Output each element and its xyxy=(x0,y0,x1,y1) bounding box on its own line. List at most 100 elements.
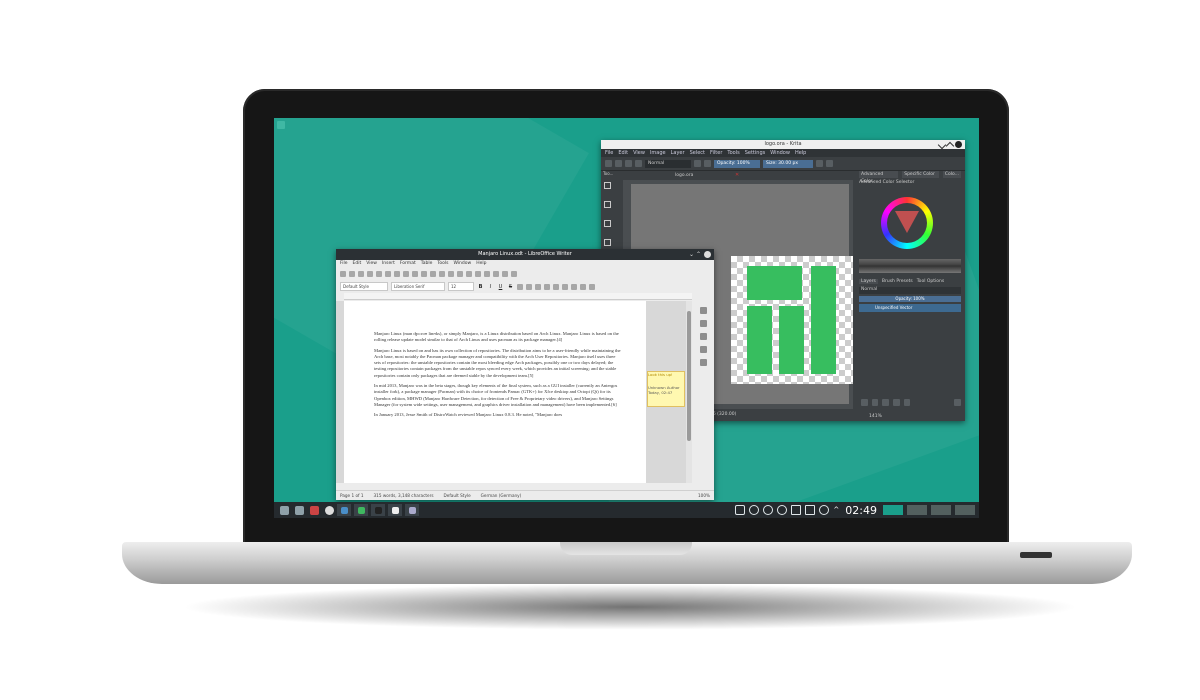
gradient-icon[interactable] xyxy=(625,160,632,167)
menu-image[interactable]: Image xyxy=(650,149,666,157)
desktop-pager-4[interactable] xyxy=(955,505,975,515)
status-zoom[interactable]: 100% xyxy=(698,491,710,500)
gallery-icon[interactable] xyxy=(700,333,707,340)
desktop-folder-icon[interactable] xyxy=(277,121,285,129)
styles-icon[interactable] xyxy=(700,320,707,327)
menu-select[interactable]: Select xyxy=(690,149,705,157)
strikethrough-icon[interactable]: S xyxy=(507,284,514,290)
document-text[interactable]: Manjaro Linux (man ʤɑːroʊ linʊks), or si… xyxy=(374,331,622,423)
tab-color[interactable]: Colo... xyxy=(942,171,961,178)
menu-filter[interactable]: Filter xyxy=(710,149,722,157)
move-up-icon[interactable] xyxy=(893,399,900,406)
blend-mode-select[interactable]: Normal xyxy=(645,159,691,168)
color-selector[interactable] xyxy=(859,187,961,257)
tab-layers[interactable]: Layers xyxy=(859,279,878,284)
textbox-icon[interactable] xyxy=(484,271,490,277)
underline-icon[interactable]: U xyxy=(497,284,504,290)
menu-format[interactable]: Format xyxy=(400,260,416,268)
bold-icon[interactable]: B xyxy=(477,284,484,290)
task-calc[interactable] xyxy=(354,504,368,516)
document-tab[interactable]: logo.ora ✕ xyxy=(623,171,853,180)
properties-icon[interactable] xyxy=(700,307,707,314)
mirror-icon[interactable] xyxy=(816,160,823,167)
desktop-pager-1[interactable] xyxy=(883,505,903,515)
task-writer[interactable] xyxy=(388,504,402,516)
status-page[interactable]: Page 1 of 1 xyxy=(340,491,364,500)
print-icon[interactable] xyxy=(376,271,382,277)
color-sliders[interactable] xyxy=(859,259,961,273)
manage-changes-icon[interactable] xyxy=(700,359,707,366)
image-icon[interactable] xyxy=(466,271,472,277)
font-size-select[interactable]: 12 xyxy=(448,282,474,291)
comment-icon[interactable] xyxy=(511,271,517,277)
menu-table[interactable]: Table xyxy=(421,260,433,268)
settings-icon[interactable] xyxy=(325,505,334,515)
menu-window[interactable]: Window xyxy=(453,260,471,268)
menu-file[interactable]: File xyxy=(605,149,613,157)
font-name-select[interactable]: Liberation Serif xyxy=(391,282,445,291)
vertical-scrollbar[interactable] xyxy=(686,301,692,483)
undo-icon[interactable] xyxy=(412,271,418,277)
numbering-icon[interactable] xyxy=(562,283,568,290)
krita-titlebar[interactable]: logo.ora - Krita xyxy=(601,140,965,151)
pattern-icon[interactable] xyxy=(615,160,622,167)
menu-view[interactable]: View xyxy=(633,149,645,157)
color-swap-icon[interactable] xyxy=(635,160,642,167)
italic-icon[interactable]: I xyxy=(487,284,494,290)
writer-titlebar[interactable]: Manjaro Linux.odt - LibreOffice Writer ⌄… xyxy=(336,249,714,260)
clock[interactable]: 02:49 xyxy=(845,504,877,517)
pilcrow-icon[interactable] xyxy=(448,271,454,277)
select-tool-icon[interactable] xyxy=(604,182,611,189)
desktop-pager-2[interactable] xyxy=(907,505,927,515)
tab-tool-options[interactable]: Tool Options xyxy=(917,279,945,284)
network-icon[interactable] xyxy=(805,505,816,515)
color-wheel[interactable] xyxy=(881,197,933,249)
reload-icon[interactable] xyxy=(704,160,711,167)
desktop-pager-3[interactable] xyxy=(931,505,951,515)
find-icon[interactable] xyxy=(430,271,436,277)
status-words[interactable]: 315 words, 3,148 characters xyxy=(374,491,434,500)
add-layer-icon[interactable] xyxy=(861,399,868,406)
paragraph-style-select[interactable]: Default Style xyxy=(340,282,388,291)
file-manager-icon[interactable] xyxy=(295,505,304,515)
task-terminal[interactable] xyxy=(371,504,385,516)
wrap-icon[interactable] xyxy=(826,160,833,167)
delete-layer-icon[interactable] xyxy=(954,399,962,406)
page[interactable]: Manjaro Linux (man ʤɑːroʊ linʊks), or si… xyxy=(344,301,646,483)
special-char-icon[interactable] xyxy=(493,271,499,277)
paragraph[interactable]: Manjaro Linux (man ʤɑːroʊ linʊks), or si… xyxy=(374,331,622,344)
menu-help[interactable]: Help xyxy=(476,260,486,268)
scrollbar-thumb[interactable] xyxy=(687,311,691,441)
notifications-icon[interactable] xyxy=(763,505,774,515)
menu-window[interactable]: Window xyxy=(770,149,790,157)
subscript-icon[interactable] xyxy=(526,283,532,290)
menu-edit[interactable]: Edit xyxy=(618,149,628,157)
menu-layer[interactable]: Layer xyxy=(671,149,685,157)
updates-icon[interactable] xyxy=(749,505,760,515)
table-icon[interactable] xyxy=(457,271,463,277)
menu-file[interactable]: File xyxy=(340,260,348,268)
align-left-icon[interactable] xyxy=(571,283,577,290)
tab-specific-color[interactable]: Specific Color ... xyxy=(902,171,939,184)
task-discover[interactable] xyxy=(405,504,419,516)
app-menu-icon[interactable] xyxy=(280,505,289,515)
menu-view[interactable]: View xyxy=(366,260,377,268)
paragraph[interactable]: In January 2013, Jesse Smith of DistroWa… xyxy=(374,412,622,418)
new-document-icon[interactable] xyxy=(340,271,346,277)
brush-size-slider[interactable]: Size: 30.00 px xyxy=(763,159,813,168)
paragraph[interactable]: In mid 2013, Manjaro was in the beta sta… xyxy=(374,383,622,408)
maximize-icon[interactable]: ⌃ xyxy=(696,251,701,258)
status-style[interactable]: Default Style xyxy=(444,491,471,500)
status-language[interactable]: German (Germany) xyxy=(481,491,522,500)
bullets-icon[interactable] xyxy=(553,283,559,290)
layer-opacity-slider[interactable]: Opacity: 100% xyxy=(859,296,961,302)
opacity-slider[interactable]: Opacity: 100% xyxy=(714,159,760,168)
chevron-up-icon[interactable]: ^ xyxy=(833,506,839,514)
move-tool-icon[interactable] xyxy=(604,239,611,246)
paragraph[interactable]: Manjaro Linux is based on and has its ow… xyxy=(374,348,622,379)
layer-properties-icon[interactable] xyxy=(903,399,911,406)
superscript-icon[interactable] xyxy=(517,283,523,290)
menu-settings[interactable]: Settings xyxy=(745,149,766,157)
clipboard-icon[interactable] xyxy=(777,505,788,515)
spellcheck-icon[interactable] xyxy=(439,271,445,277)
